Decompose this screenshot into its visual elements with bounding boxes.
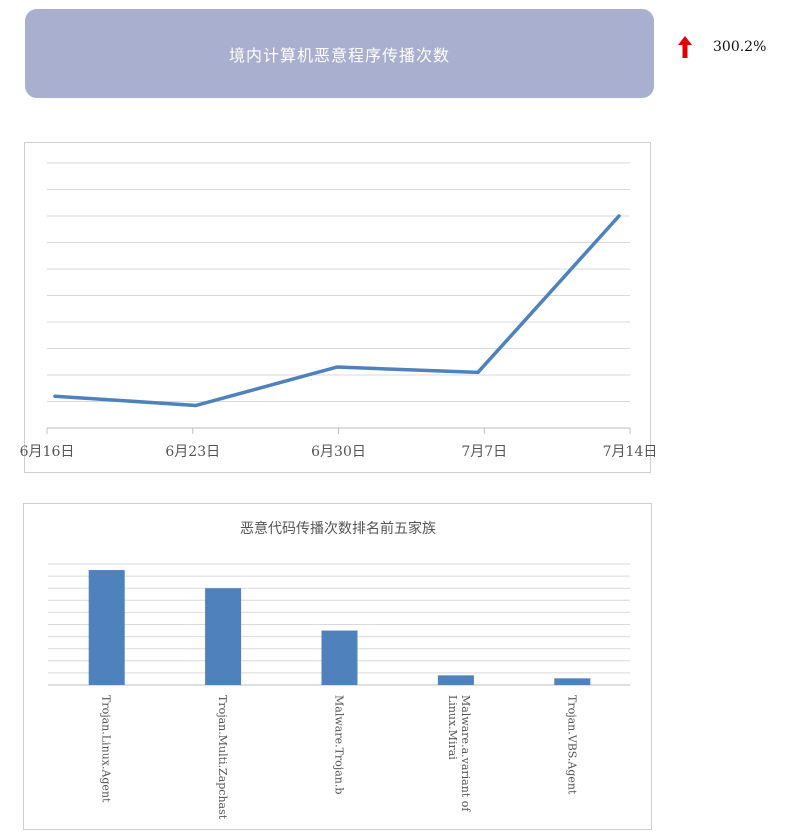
- data-point: [617, 214, 621, 218]
- x-tick-label: 6月16日: [20, 444, 75, 460]
- category-label: Trojan.Linux.Agent: [100, 695, 113, 803]
- data-point: [335, 365, 339, 369]
- category-label: Malware.Trojan.b: [333, 695, 346, 794]
- bar-chart-panel: 恶意代码传播次数排名前五家族 Trojan.Linux.Agent Trojan.M…: [23, 503, 652, 830]
- data-point: [194, 403, 198, 408]
- bar: [554, 678, 591, 685]
- chart-title: 恶意代码传播次数排名前五家族: [240, 520, 436, 537]
- category-label: Trojan.Multi.Zapchast: [216, 695, 229, 820]
- change-indicator: 300.2%: [678, 36, 766, 58]
- bar: [437, 675, 474, 685]
- bar: [88, 570, 125, 685]
- change-value: 300.2%: [713, 39, 767, 55]
- page-title: 境内计算机恶意程序传播次数: [228, 45, 450, 65]
- line-chart-panel: 6月16日 6月23日 6月30日 7月7日 7月14日: [20, 142, 657, 473]
- x-tick-label: 7月7日: [461, 444, 507, 460]
- arrow-up-icon: [678, 36, 692, 58]
- x-tick-label: 7月14日: [603, 444, 658, 460]
- bar-chart: 恶意代码传播次数排名前五家族 Trojan.Linux.Agent Trojan.M…: [48, 520, 630, 820]
- data-point: [53, 394, 57, 398]
- x-tick-label: 6月23日: [165, 444, 220, 460]
- category-label: Trojan.VBS.Agent: [565, 695, 578, 795]
- page-header: 境内计算机恶意程序传播次数: [25, 9, 654, 98]
- bar: [205, 588, 242, 685]
- category-label: Malware.a.variant ofLinux.Mirai: [446, 695, 472, 812]
- line-chart: 6月16日 6月23日 6月30日 7月7日 7月14日: [20, 162, 657, 460]
- data-point: [476, 370, 480, 374]
- series-line: [53, 214, 621, 408]
- x-tick-label: 6月30日: [311, 444, 366, 460]
- bar: [321, 630, 358, 685]
